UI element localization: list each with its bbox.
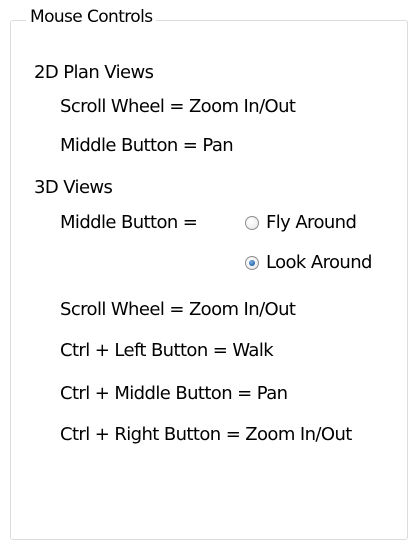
ctrl-left-button-text: Ctrl + Left Button = Walk — [60, 340, 274, 361]
radio-fly-around-circle[interactable] — [245, 216, 259, 230]
ctrl-right-button-text: Ctrl + Right Button = Zoom In/Out — [60, 424, 352, 445]
plan-scroll-wheel-text: Scroll Wheel = Zoom In/Out — [60, 96, 296, 117]
radio-look-around-circle[interactable] — [245, 256, 259, 270]
radio-fly-around-label[interactable]: Fly Around — [266, 212, 357, 234]
3d-middle-button-label: Middle Button = — [60, 212, 198, 233]
group-title: Mouse Controls — [26, 6, 157, 28]
mouse-controls-panel: Mouse Controls 2D Plan Views Scroll Whee… — [0, 0, 419, 540]
radio-selected-dot — [249, 260, 255, 266]
3d-views-heading: 3D Views — [34, 177, 113, 198]
radio-look-around-label[interactable]: Look Around — [266, 252, 372, 274]
plan-middle-button-text: Middle Button = Pan — [60, 135, 234, 156]
plan-views-heading: 2D Plan Views — [34, 62, 154, 83]
ctrl-middle-button-text: Ctrl + Middle Button = Pan — [60, 383, 288, 404]
3d-scroll-wheel-text: Scroll Wheel = Zoom In/Out — [60, 299, 296, 320]
